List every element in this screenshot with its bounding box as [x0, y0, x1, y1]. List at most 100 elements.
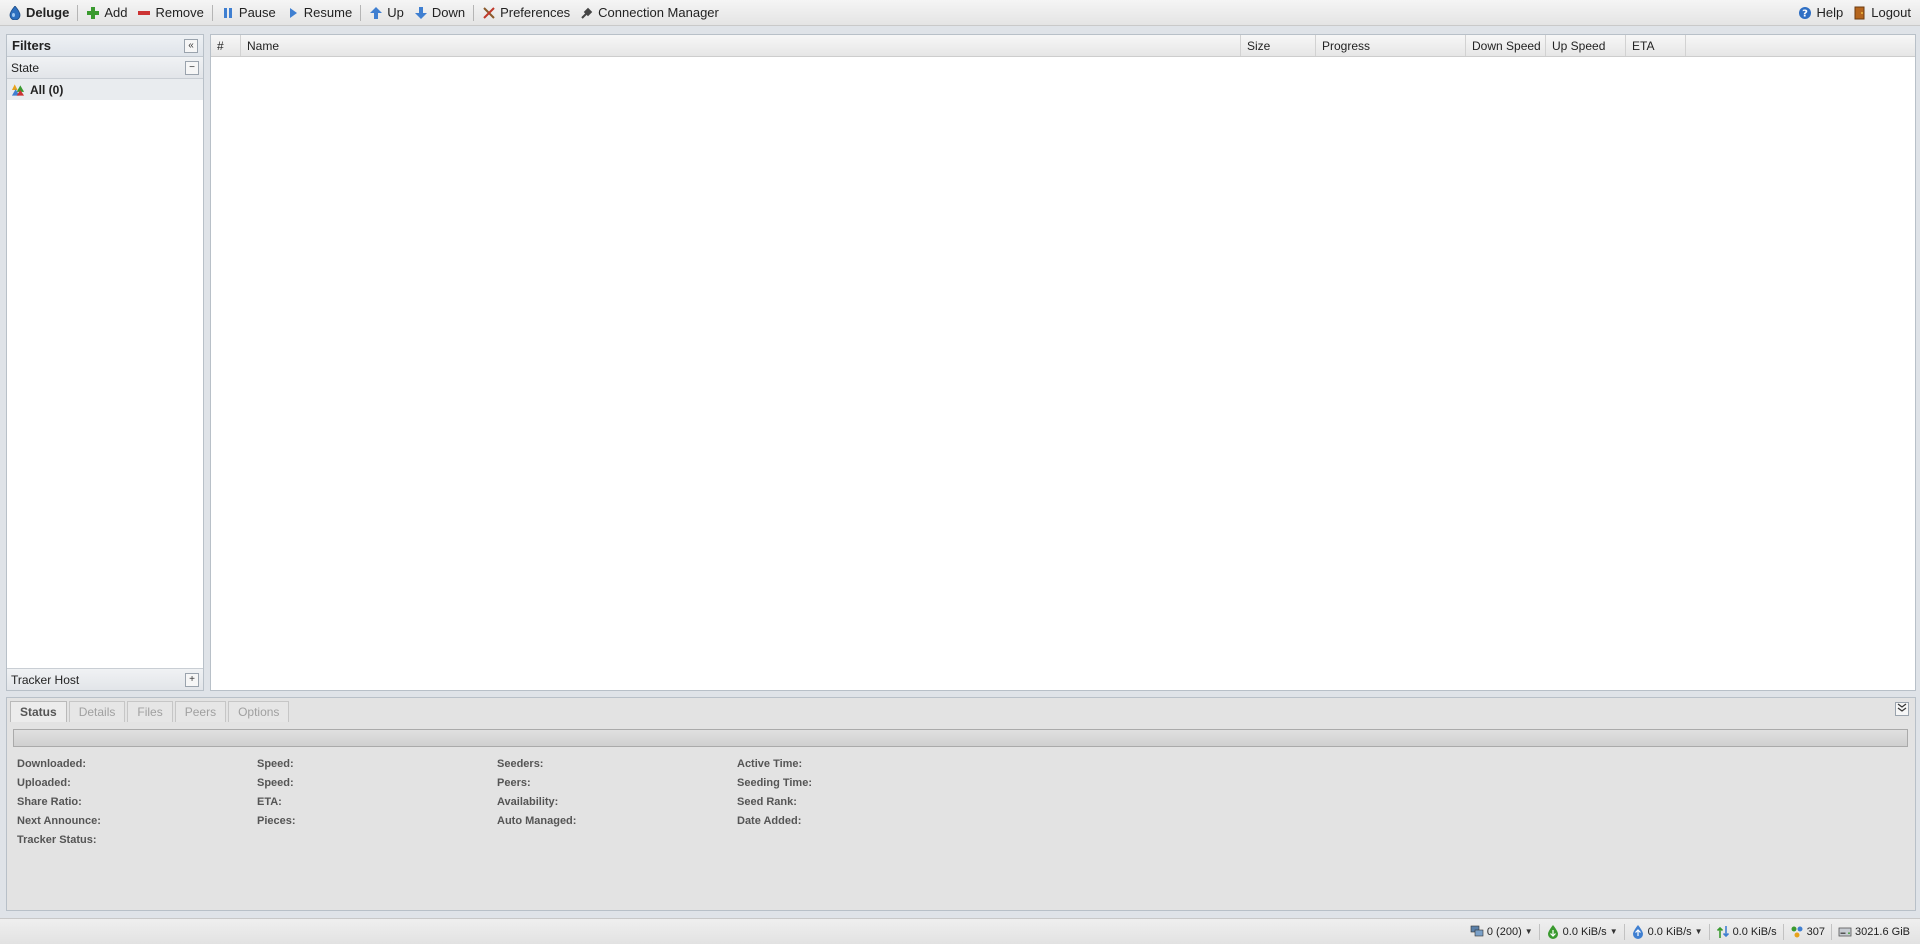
auto-managed-label: Auto Managed: [497, 815, 577, 827]
seed-rank-label: Seed Rank: [737, 796, 797, 808]
download-speed-icon [1546, 924, 1560, 939]
queue-down-button[interactable]: Down [409, 2, 470, 24]
add-icon [86, 6, 100, 20]
resume-label: Resume [303, 5, 353, 20]
chevron-down-icon: ▼ [1524, 927, 1533, 936]
torrent-progress-bar [13, 729, 1908, 747]
queue-up-button[interactable]: Up [364, 2, 409, 24]
pieces-label: Pieces: [257, 815, 296, 827]
seeders-label: Seeders: [497, 758, 544, 770]
remove-icon [137, 6, 151, 20]
filter-group-tracker-label: Tracker Host [11, 672, 80, 687]
deluge-logo-icon [8, 5, 22, 20]
chevron-down-icon: ▼ [1609, 927, 1618, 936]
date-added-label: Date Added: [737, 815, 802, 827]
filter-item-all[interactable]: All (0) [7, 79, 203, 100]
logout-button[interactable]: Logout [1848, 2, 1916, 24]
add-button[interactable]: Add [81, 2, 132, 24]
preferences-button[interactable]: Preferences [477, 2, 575, 24]
network-connections-icon [1470, 925, 1484, 939]
column-eta[interactable]: ETA [1626, 35, 1686, 56]
add-label: Add [104, 5, 128, 20]
column-up-speed[interactable]: Up Speed [1546, 35, 1626, 56]
plug-icon [580, 6, 594, 20]
filters-panel: Filters « State − All (0) Tracker Host + [6, 34, 204, 691]
tab-details[interactable]: Details [68, 701, 126, 722]
pause-label: Pause [238, 5, 276, 20]
help-button[interactable]: ? Help [1793, 2, 1848, 24]
column-name[interactable]: Name [241, 35, 1241, 56]
double-chevron-down-icon [1897, 703, 1907, 712]
traffic-arrows-icon [1716, 925, 1730, 939]
tab-peers[interactable]: Peers [174, 701, 227, 722]
arrow-up-icon [369, 6, 383, 20]
state-collapse-button[interactable]: − [185, 60, 199, 75]
details-tabs: Status Details Files Peers Options [7, 698, 1915, 722]
next-announce-label: Next Announce: [17, 815, 101, 827]
toolbar-right: ? Help Logout [1793, 2, 1920, 24]
play-icon [286, 6, 300, 20]
all-states-icon [11, 83, 25, 97]
resume-button[interactable]: Resume [281, 2, 357, 24]
pause-button[interactable]: Pause [216, 2, 281, 24]
download-speed-status[interactable]: 0.0 KiB/s ▼ [1538, 923, 1624, 940]
down-label: Down [431, 5, 466, 20]
download-speed-value: 0.0 KiB/s [1562, 925, 1607, 938]
upload-speed-label: Speed: [257, 777, 294, 789]
filter-group-state-label: State [11, 60, 40, 75]
grid-body[interactable] [211, 58, 1915, 690]
toolbar-separator [360, 4, 362, 21]
eta-label: ETA: [257, 796, 282, 808]
protocol-traffic-value: 0.0 KiB/s [1732, 925, 1777, 938]
tab-status[interactable]: Status [10, 701, 67, 722]
column-queue-number[interactable]: # [211, 35, 241, 56]
availability-label: Availability: [497, 796, 559, 808]
dht-nodes-status[interactable]: 307 [1782, 923, 1831, 940]
free-space-status[interactable]: 3021.6 GiB [1830, 923, 1916, 940]
collapse-details-button[interactable] [1895, 702, 1909, 716]
dht-nodes-value: 307 [1806, 925, 1825, 938]
remove-button[interactable]: Remove [132, 2, 208, 24]
uploaded-label: Uploaded: [17, 777, 71, 789]
column-progress[interactable]: Progress [1316, 35, 1466, 56]
up-label: Up [387, 5, 404, 20]
toolbar-separator [77, 4, 79, 21]
status-col-3: Seeders: Peers: Availability: Auto Manag… [497, 758, 576, 834]
torrent-grid: # Name Size Progress Down Speed Up Speed… [210, 34, 1916, 691]
protocol-traffic-status[interactable]: 0.0 KiB/s [1708, 923, 1783, 940]
filters-title: Filters [12, 38, 52, 53]
connection-manager-button[interactable]: Connection Manager [575, 2, 724, 24]
grid-header: # Name Size Progress Down Speed Up Speed… [211, 35, 1915, 57]
filter-group-state[interactable]: State − [7, 57, 203, 79]
column-size[interactable]: Size [1241, 35, 1316, 56]
dht-nodes-icon [1790, 925, 1804, 939]
status-col-1: Downloaded: Uploaded: Share Ratio: Next … [17, 758, 101, 853]
preferences-tools-icon [482, 6, 496, 20]
toolbar-separator [211, 4, 213, 21]
share-ratio-label: Share Ratio: [17, 796, 82, 808]
connections-status[interactable]: 0 (200) ▼ [1464, 924, 1539, 940]
tracker-status-label: Tracker Status: [17, 834, 97, 846]
upload-speed-status[interactable]: 0.0 KiB/s ▼ [1623, 923, 1709, 940]
active-time-label: Active Time: [737, 758, 803, 770]
column-down-speed[interactable]: Down Speed [1466, 35, 1546, 56]
download-speed-label: Speed: [257, 758, 294, 770]
filter-item-all-label: All (0) [30, 82, 64, 97]
svg-text:?: ? [1803, 8, 1809, 19]
hard-drive-icon [1838, 925, 1852, 939]
upload-speed-icon [1631, 924, 1645, 939]
arrow-down-icon [414, 6, 428, 20]
status-col-2: Speed: Speed: ETA: Pieces: [257, 758, 296, 834]
filter-group-tracker-host[interactable]: Tracker Host + [7, 668, 203, 690]
tab-files[interactable]: Files [127, 701, 173, 722]
seeding-time-label: Seeding Time: [737, 777, 812, 789]
status-bar: 0 (200) ▼ 0.0 KiB/s ▼ 0.0 KiB/s ▼ 0.0 Ki… [0, 918, 1920, 944]
connection-manager-label: Connection Manager [598, 5, 719, 20]
brand-label: Deluge [26, 5, 70, 20]
tracker-expand-button[interactable]: + [185, 672, 199, 687]
preferences-label: Preferences [500, 5, 571, 20]
collapse-filters-button[interactable]: « [184, 38, 198, 53]
tab-options[interactable]: Options [228, 701, 290, 722]
status-col-4: Active Time: Seeding Time: Seed Rank: Da… [737, 758, 812, 834]
connections-value: 0 (200) [1486, 925, 1522, 938]
